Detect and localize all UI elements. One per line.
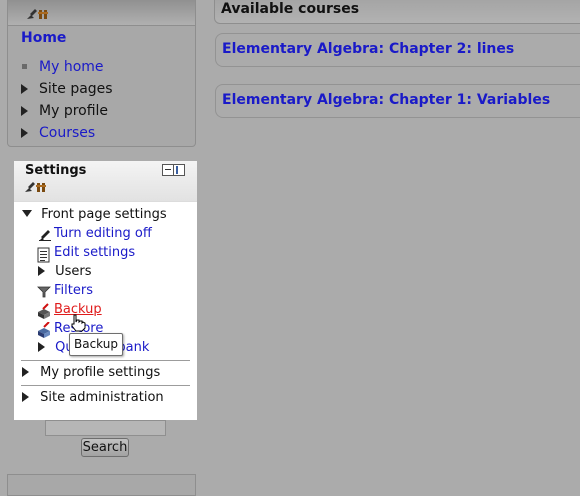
nav-item-site-pages[interactable]: Site pages xyxy=(21,79,113,99)
funnel-icon xyxy=(37,286,51,298)
search-input[interactable] xyxy=(45,420,166,436)
expand-arrow-icon[interactable] xyxy=(22,392,29,402)
next-block-header xyxy=(7,474,196,496)
nav-item-label[interactable]: Courses xyxy=(39,125,95,141)
nav-item-label[interactable]: My profile xyxy=(39,103,108,119)
backup-icon xyxy=(38,303,50,319)
document-icon xyxy=(37,247,50,263)
front-page-settings-node[interactable]: Front page settings xyxy=(22,206,167,224)
dock-icon[interactable] xyxy=(173,164,185,176)
nav-home-link[interactable]: Home xyxy=(21,30,66,46)
course-link[interactable]: Elementary Algebra: Chapter 1: Variables xyxy=(222,92,550,108)
available-courses-header: Available courses xyxy=(214,0,580,24)
expand-arrow-icon[interactable] xyxy=(38,342,45,352)
expand-arrow-icon[interactable] xyxy=(38,266,45,276)
my-profile-settings-label[interactable]: My profile settings xyxy=(40,365,160,380)
settings-block-header: Settings xyxy=(14,161,197,202)
filters-link[interactable]: Filters xyxy=(54,282,93,300)
dock-block-controls[interactable] xyxy=(162,164,185,176)
front-page-settings-label[interactable]: Front page settings xyxy=(41,207,166,222)
nav-item-my-profile[interactable]: My profile xyxy=(21,101,108,121)
expand-arrow-icon[interactable] xyxy=(21,101,39,121)
restore-icon xyxy=(38,322,50,338)
nav-item-courses[interactable]: Courses xyxy=(21,123,95,143)
users-label[interactable]: Users xyxy=(55,264,91,279)
site-administration-label[interactable]: Site administration xyxy=(40,390,164,405)
nav-item-label[interactable]: Site pages xyxy=(39,81,113,97)
course-link[interactable]: Elementary Algebra: Chapter 2: lines xyxy=(222,41,514,57)
site-administration-node[interactable]: Site administration xyxy=(22,389,164,407)
course-box: Elementary Algebra: Chapter 1: Variables xyxy=(215,84,580,118)
users-node[interactable]: Users xyxy=(38,263,92,281)
bullet-icon xyxy=(21,57,39,77)
settings-block: Settings Front page settings Turn editin… xyxy=(14,161,197,420)
my-profile-settings-node[interactable]: My profile settings xyxy=(22,364,160,382)
block-edit-icons[interactable] xyxy=(24,181,50,193)
nav-item-label[interactable]: My home xyxy=(39,59,104,75)
edit-pencil-icon xyxy=(39,230,51,241)
expand-arrow-icon[interactable] xyxy=(22,367,29,377)
navigation-block-header xyxy=(8,0,195,26)
divider xyxy=(21,385,190,386)
nav-item-my-home[interactable]: My home xyxy=(21,57,104,77)
settings-title: Settings xyxy=(25,163,87,178)
expand-arrow-icon[interactable] xyxy=(21,79,39,99)
block-edit-icons[interactable] xyxy=(26,8,52,20)
divider xyxy=(21,360,190,361)
available-courses-title: Available courses xyxy=(221,1,360,17)
backup-tooltip: Backup xyxy=(69,333,123,356)
edit-settings-link[interactable]: Edit settings xyxy=(54,244,135,262)
collapse-arrow-icon[interactable] xyxy=(22,210,32,217)
hand-cursor-icon xyxy=(71,314,86,332)
turn-editing-off-link[interactable]: Turn editing off xyxy=(54,225,152,243)
course-box: Elementary Algebra: Chapter 2: lines xyxy=(215,33,580,67)
expand-arrow-icon[interactable] xyxy=(21,123,39,143)
navigation-block: Home My home Site pages My profile Cours… xyxy=(7,0,196,147)
search-button[interactable]: Search xyxy=(81,438,129,457)
